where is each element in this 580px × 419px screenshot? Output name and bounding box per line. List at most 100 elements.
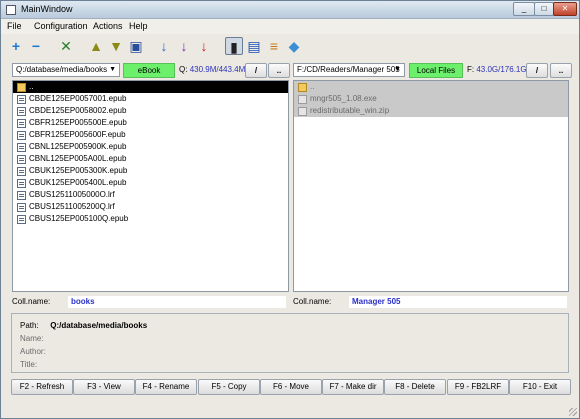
folder-icon: [298, 83, 307, 92]
info-name-row: Name:: [20, 333, 48, 344]
file-name: CBFR125EP005500E.epub: [29, 118, 127, 127]
file-icon: [17, 179, 26, 188]
folder-icon: [17, 83, 26, 92]
view-button[interactable]: F3 - View: [73, 379, 135, 395]
file-name: CBNL125EP005A00L.epub: [29, 154, 127, 163]
copy-button[interactable]: F5 - Copy: [198, 379, 260, 395]
function-key-bar: F2 - Refresh F3 - View F4 - Rename F5 - …: [11, 379, 571, 397]
file-icon: [17, 203, 26, 212]
file-icon: [298, 107, 307, 116]
sort-az-icon[interactable]: ↓: [155, 37, 173, 55]
maximize-button[interactable]: □: [534, 2, 554, 16]
close-button[interactable]: ✕: [553, 2, 577, 16]
left-up-button[interactable]: ..: [268, 63, 290, 78]
menu-file[interactable]: File: [7, 21, 22, 31]
make-dir-button[interactable]: F7 - Make dir: [322, 379, 384, 395]
left-root-button[interactable]: /: [245, 63, 267, 78]
file-name: mngr505_1.08.exe: [310, 94, 377, 103]
add-icon[interactable]: +: [7, 37, 25, 55]
right-mode-button[interactable]: Local Files: [409, 63, 463, 78]
file-row[interactable]: CBNL125EP005900K.epub: [13, 141, 288, 153]
left-path-value: Q:/database/media/books: [16, 65, 108, 74]
left-file-list[interactable]: .. CBDE125EP0057001.epub CBDE125EP0058002.…: [12, 80, 289, 292]
info-title-row: Title:: [20, 359, 48, 370]
file-name: ..: [29, 82, 34, 91]
rename-button[interactable]: F4 - Rename: [135, 379, 197, 395]
books-stack-icon[interactable]: ≡: [265, 37, 283, 55]
tools-icon[interactable]: ✕: [57, 37, 75, 55]
fb2lrf-button[interactable]: F9 - FB2LRF: [447, 379, 509, 395]
left-collection: Coll.name: books: [12, 296, 289, 308]
file-name: redistributable_win.zip: [310, 106, 390, 115]
file-row[interactable]: CBUK125EP005400L.epub: [13, 177, 288, 189]
parent-folder-row[interactable]: ..: [13, 81, 288, 93]
right-root-button[interactable]: /: [526, 63, 548, 78]
menu-configuration[interactable]: Configuration: [34, 21, 88, 31]
left-path-combo[interactable]: Q:/database/media/books ▼: [12, 63, 120, 77]
reader-device-icon[interactable]: ▮: [225, 37, 243, 55]
file-icon: [17, 119, 26, 128]
file-row[interactable]: CBFR125EP005500E.epub: [13, 117, 288, 129]
right-coll-field[interactable]: Manager 505: [349, 296, 567, 308]
file-icon: [17, 131, 26, 140]
file-name: CBUS125EP005100Q.epub: [29, 214, 129, 223]
file-row[interactable]: CBDE125EP0058002.epub: [13, 105, 288, 117]
resize-grip[interactable]: [569, 408, 577, 416]
book-info-panel: Path: Q:/database/media/books Name: Auth…: [11, 313, 569, 373]
save-icon[interactable]: ▣: [127, 37, 145, 55]
right-collection: Coll.name: Manager 505: [293, 296, 569, 308]
file-icon: [17, 95, 26, 104]
arrow-up-icon[interactable]: ▲: [87, 37, 105, 55]
right-file-list[interactable]: .. mngr505_1.08.exe redistributable_win.zi…: [293, 80, 569, 292]
right-path-value: F:/CD/Readers/Manager 505: [297, 65, 400, 74]
file-row[interactable]: redistributable_win.zip: [294, 105, 568, 117]
eraser-icon[interactable]: ◆: [285, 37, 303, 55]
left-stat-value: 430.9M/443.4M: [189, 65, 246, 74]
delete-button[interactable]: F8 - Delete: [384, 379, 446, 395]
info-path-value: Q:/database/media/books: [50, 321, 148, 330]
info-name-label: Name:: [20, 334, 44, 343]
title-bar[interactable]: MainWindow _ □ ✕: [1, 1, 579, 19]
file-row[interactable]: CBFR125EP005600F.epub: [13, 129, 288, 141]
window-title: MainWindow: [21, 4, 73, 14]
info-path-label: Path:: [20, 321, 39, 330]
file-icon: [17, 191, 26, 200]
ebook-icon[interactable]: ▤: [245, 37, 263, 55]
file-icon: [17, 107, 26, 116]
main-window: MainWindow _ □ ✕ File Configuration Acti…: [0, 0, 580, 419]
file-row[interactable]: CBUS125EP005100Q.epub: [13, 213, 288, 225]
file-name: CBDE125EP0058002.epub: [29, 106, 127, 115]
left-mode-button[interactable]: eBook: [123, 63, 175, 78]
left-stat-prefix: Q:: [179, 65, 188, 74]
info-path-row: Path: Q:/database/media/books: [20, 320, 147, 331]
file-name: CBFR125EP005600F.epub: [29, 130, 126, 139]
right-up-button[interactable]: ..: [550, 63, 572, 78]
file-row[interactable]: CBNL125EP005A00L.epub: [13, 153, 288, 165]
file-icon: [17, 167, 26, 176]
menu-bar: File Configuration Actions Help: [1, 19, 579, 34]
menu-actions[interactable]: Actions: [93, 21, 123, 31]
parent-folder-row[interactable]: ..: [294, 81, 568, 93]
file-row[interactable]: CBUS12511005200Q.lrf: [13, 201, 288, 213]
file-name: CBUK125EP005400L.epub: [29, 178, 127, 187]
exit-button[interactable]: F10 - Exit: [509, 379, 571, 395]
right-stat-prefix: F:: [467, 65, 475, 74]
file-row[interactable]: CBDE125EP0057001.epub: [13, 93, 288, 105]
menu-help[interactable]: Help: [129, 21, 148, 31]
right-path-combo[interactable]: F:/CD/Readers/Manager 505 ▼: [293, 63, 405, 77]
right-stat-value: 43.0G/176.1G: [476, 65, 527, 74]
sort-za-icon[interactable]: ↓: [175, 37, 193, 55]
arrow-down-icon[interactable]: ▼: [107, 37, 125, 55]
left-coll-field[interactable]: books: [68, 296, 286, 308]
move-button[interactable]: F6 - Move: [260, 379, 322, 395]
file-name: CBNL125EP005900K.epub: [29, 142, 127, 151]
info-author-row: Author:: [20, 346, 48, 357]
sort-red-icon[interactable]: ↓: [195, 37, 213, 55]
toolbar: + − ✕ ▲ ▼ ▣ ↓ ↓ ↓ ▮ ▤ ≡ ◆: [1, 34, 579, 58]
refresh-button[interactable]: F2 - Refresh: [11, 379, 73, 395]
file-row[interactable]: CBUS12511005000O.lrf: [13, 189, 288, 201]
minimize-button[interactable]: _: [513, 2, 535, 16]
file-row[interactable]: CBUK125EP005300K.epub: [13, 165, 288, 177]
file-row[interactable]: mngr505_1.08.exe: [294, 93, 568, 105]
remove-icon[interactable]: −: [27, 37, 45, 55]
